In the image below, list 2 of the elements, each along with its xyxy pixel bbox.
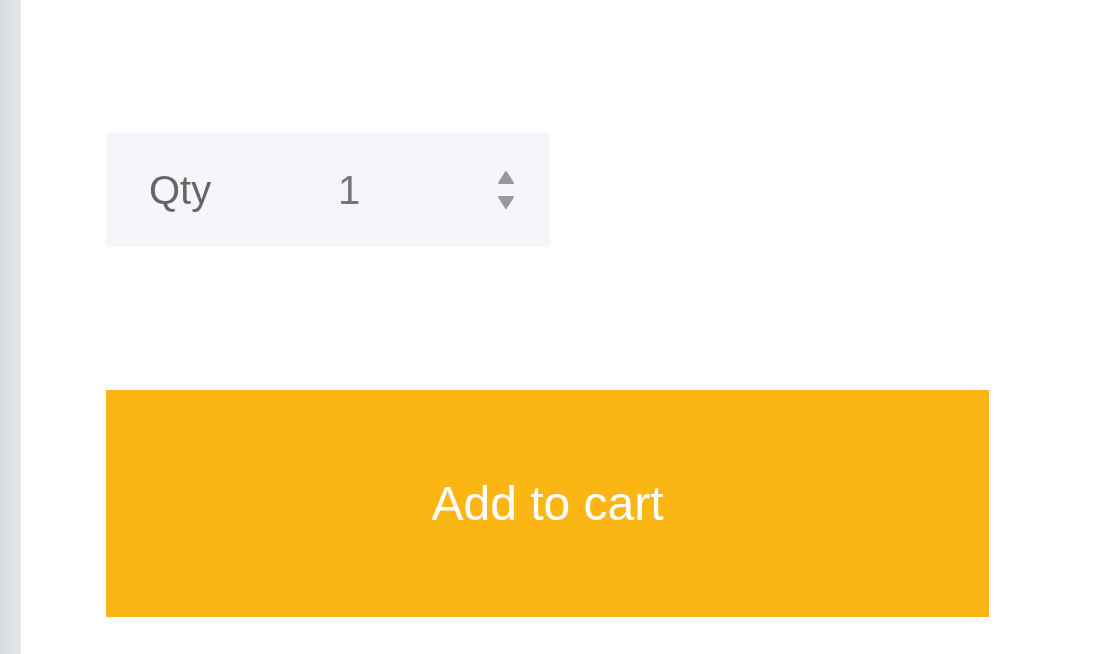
quantity-label: Qty [149, 167, 213, 214]
quantity-input[interactable]: 1 [299, 160, 399, 220]
